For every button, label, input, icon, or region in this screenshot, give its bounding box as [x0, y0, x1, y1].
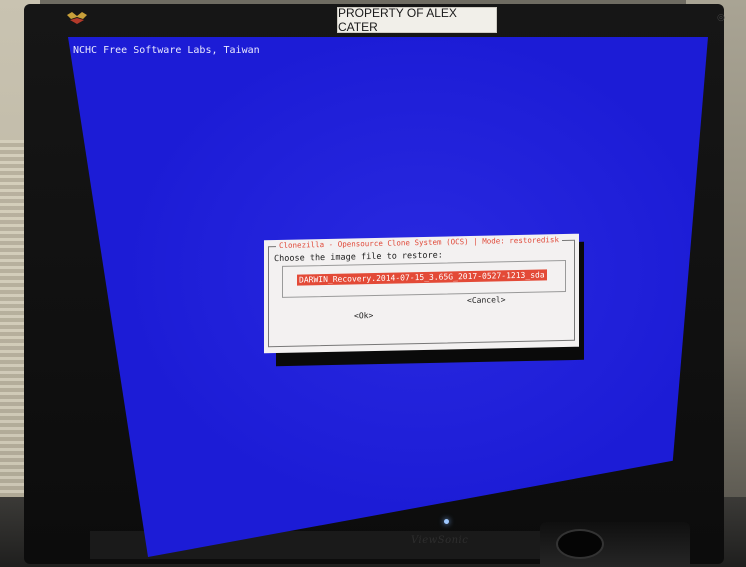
power-led — [444, 519, 449, 524]
sticker-text: PROPERTY OF ALEX CATER — [338, 6, 457, 34]
viewsonic-birds-logo — [67, 12, 87, 24]
restore-image-dialog: Clonezilla - Opensource Clone System (OC… — [264, 233, 579, 354]
stand-cable-hole — [556, 529, 604, 559]
cancel-button[interactable]: <Cancel> — [467, 295, 506, 305]
ok-button[interactable]: <Ok> — [354, 311, 373, 320]
energy-star-icon: ◎ — [717, 13, 725, 23]
monitor-brand: ViewSonic — [411, 535, 469, 546]
screen-header-text: NCHC Free Software Labs, Taiwan — [73, 45, 260, 56]
property-sticker: PROPERTY OF ALEX CATER — [337, 6, 497, 34]
